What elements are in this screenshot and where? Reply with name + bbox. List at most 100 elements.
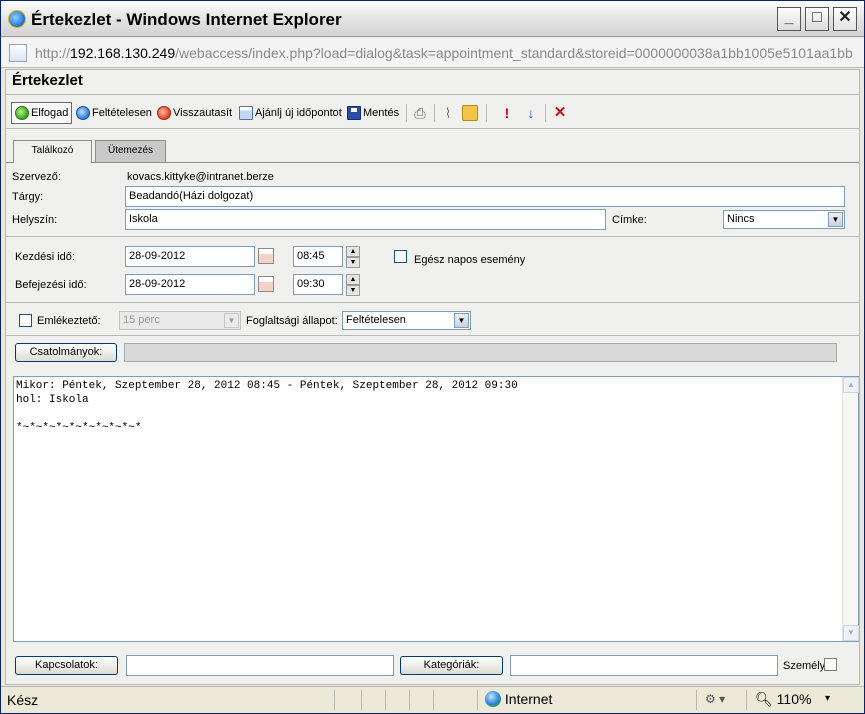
toolbar-separator: [406, 104, 407, 122]
page-title: Értekezlet: [12, 72, 83, 89]
end-time-input[interactable]: 09:30: [293, 274, 343, 295]
start-date-input[interactable]: 28-09-2012: [125, 246, 255, 267]
status-text: Kész: [7, 692, 39, 708]
categories-button[interactable]: Kategóriák:: [400, 656, 503, 675]
status-separator: [433, 690, 434, 710]
close-window-button[interactable]: ✕: [833, 7, 857, 31]
tab-baseline: [6, 162, 859, 163]
decline-label: Visszautasít: [173, 107, 233, 119]
scroll-down-icon[interactable]: ▼: [843, 625, 859, 641]
allday-checkbox[interactable]: [394, 250, 407, 263]
minimize-button[interactable]: _: [777, 7, 801, 31]
busy-status-value: Feltételesen: [346, 314, 406, 326]
scroll-up-icon[interactable]: ▲: [843, 377, 859, 393]
chevron-down-icon[interactable]: ▼: [454, 313, 469, 328]
zoom-control[interactable]: 🔍︎ 110%: [755, 691, 811, 708]
subject-label: Tárgy:: [12, 191, 44, 203]
chevron-down-icon: ▼: [224, 313, 239, 328]
zoom-magnifier-icon: 🔍︎: [755, 691, 773, 707]
end-time-spinner[interactable]: ▲ ▼: [346, 274, 360, 296]
label-field-label: Címke:: [612, 214, 647, 226]
attach-paperclip-icon[interactable]: ⌇: [440, 105, 456, 121]
propose-label: Ajánlj új időpontot: [255, 107, 342, 119]
tentative-button[interactable]: Feltételesen: [73, 102, 152, 124]
start-label: Kezdési idő:: [15, 251, 75, 263]
divider: [6, 302, 859, 303]
appointment-page: Értekezlet Elfogad Feltételesen Visszaut…: [5, 69, 860, 685]
security-zone[interactable]: Internet: [485, 691, 552, 707]
allday-label: Egész napos esemény: [414, 254, 526, 266]
url-path: /webaccess/index.php?load=dialog&task=ap…: [175, 45, 853, 61]
subject-input[interactable]: Beadandó(Házi dolgozat): [125, 186, 845, 207]
start-time-spinner[interactable]: ▲ ▼: [346, 246, 360, 268]
status-separator: [477, 690, 478, 710]
status-separator: [385, 690, 386, 710]
spin-up-icon[interactable]: ▲: [346, 274, 360, 285]
vertical-scrollbar[interactable]: ▲ ▼: [842, 377, 859, 641]
page-icon: [9, 44, 27, 62]
save-label: Mentés: [363, 107, 400, 119]
save-button[interactable]: Mentés: [344, 102, 399, 124]
start-time-input[interactable]: 08:45: [293, 246, 343, 267]
divider: [6, 128, 859, 129]
calendar-picker-icon[interactable]: [258, 248, 274, 264]
toolbar: Elfogad Feltételesen Visszautasít Ajánlj…: [6, 100, 859, 128]
spin-down-icon[interactable]: ▼: [346, 285, 360, 296]
status-separator: [696, 690, 697, 710]
contacts-input[interactable]: [126, 655, 394, 676]
url-prefix: http://: [35, 45, 71, 61]
print-icon[interactable]: ⎙: [412, 105, 428, 121]
end-date-input[interactable]: 28-09-2012: [125, 274, 255, 295]
decline-button[interactable]: Visszautasít: [154, 102, 232, 124]
categories-input[interactable]: [510, 655, 778, 676]
private-checkbox[interactable]: [824, 658, 837, 671]
delete-icon[interactable]: ✕: [552, 105, 568, 121]
contacts-button[interactable]: Kapcsolatok:: [15, 656, 118, 675]
chevron-down-icon[interactable]: ▼: [828, 212, 843, 227]
address-bar[interactable]: http://192.168.130.249/webaccess/index.p…: [1, 38, 864, 68]
label-select[interactable]: Nincs ▼: [723, 210, 845, 229]
reminder-label: Emlékeztető:: [37, 315, 101, 327]
accept-label: Elfogad: [31, 107, 69, 119]
spin-down-icon[interactable]: ▼: [346, 257, 360, 268]
busy-status-select[interactable]: Feltételesen ▼: [342, 311, 471, 330]
window-title: Értekezlet - Windows Internet Explorer: [31, 10, 342, 29]
reminder-select: 15 perc ▼: [119, 311, 241, 330]
title-bar: Értekezlet - Windows Internet Explorer _…: [1, 1, 864, 37]
spin-up-icon[interactable]: ▲: [346, 246, 360, 257]
organizer-value: kovacs.kittyke@intranet.berze: [127, 171, 274, 183]
toolbar-separator: [486, 104, 487, 122]
priority-low-icon[interactable]: ↓: [523, 105, 539, 121]
calendar-picker-icon[interactable]: [258, 276, 274, 292]
status-bar: Kész Internet ⚙ ▾ 🔍︎ 110% ▾: [1, 686, 864, 713]
attachments-button[interactable]: Csatolmányok:: [15, 343, 117, 362]
tab-meeting[interactable]: Találkozó: [13, 140, 92, 163]
divider: [6, 335, 859, 336]
divider: [6, 94, 859, 95]
save-disk-icon: [347, 106, 361, 120]
reminder-checkbox[interactable]: [19, 314, 32, 327]
decline-icon: [157, 106, 171, 120]
address-book-icon[interactable]: [462, 105, 478, 121]
maximize-button[interactable]: □: [805, 7, 829, 31]
propose-new-time-button[interactable]: Ajánlj új időpontot: [236, 102, 342, 124]
status-separator: [409, 690, 410, 710]
busy-status-label: Foglaltsági állapot:: [246, 315, 338, 327]
message-body[interactable]: Mikor: Péntek, Szeptember 28, 2012 08:45…: [13, 376, 859, 642]
status-separator: [334, 690, 335, 710]
reminder-select-value: 15 perc: [123, 314, 160, 326]
accept-button[interactable]: Elfogad: [11, 102, 73, 124]
tentative-label: Feltételesen: [92, 107, 152, 119]
address-url[interactable]: http://192.168.130.249/webaccess/index.p…: [35, 45, 860, 61]
globe-icon: [485, 691, 501, 707]
url-host: 192.168.130.249: [70, 45, 176, 61]
tab-scheduling[interactable]: Ütemezés: [95, 140, 166, 162]
message-body-text: Mikor: Péntek, Szeptember 28, 2012 08:45…: [16, 380, 518, 434]
question-icon: [76, 106, 90, 120]
label-select-value: Nincs: [727, 213, 755, 225]
priority-high-icon[interactable]: !: [499, 105, 515, 121]
location-input[interactable]: Iskola: [125, 209, 606, 230]
protected-mode-icon[interactable]: ⚙ ▾: [705, 692, 725, 706]
security-zone-label: Internet: [504, 691, 553, 707]
zoom-dropdown-chevron-icon[interactable]: ▾: [825, 693, 830, 704]
